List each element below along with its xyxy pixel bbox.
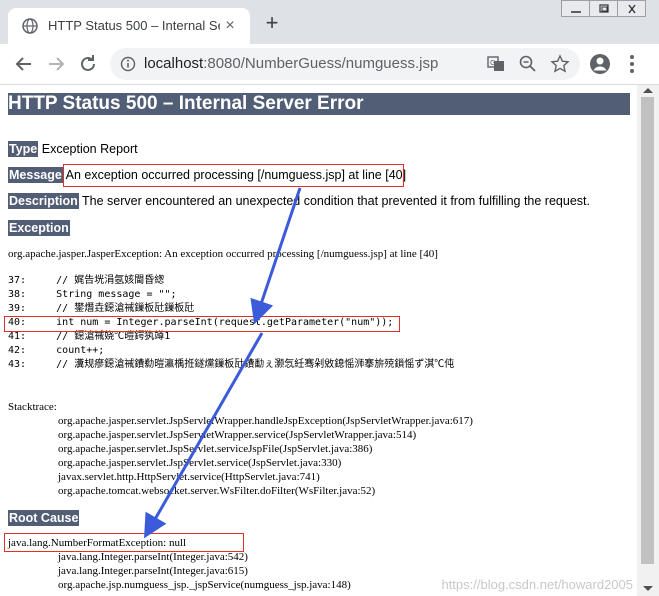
close-window-icon <box>628 4 636 14</box>
stack-frame: org.apache.tomcat.websocket.server.WsFil… <box>58 485 376 497</box>
bookmark-star-icon[interactable] <box>550 54 570 74</box>
code-line: 39: // 鐢熸垚鐚滄祴鏁板瓧鏁板瓧 <box>8 303 195 314</box>
description-row: Description The server encountered an un… <box>8 193 590 209</box>
minimize-icon <box>571 11 581 13</box>
tab-strip: HTTP Status 500 – Internal Ser × + <box>0 0 659 44</box>
description-label: Description <box>8 193 79 209</box>
forward-arrow-icon[interactable] <box>44 52 68 76</box>
watermark: https://blog.csdn.net/howard2005 <box>441 577 633 592</box>
root-cause-text: java.lang.NumberFormatException: null <box>8 537 187 549</box>
url-host: localhost <box>144 55 204 72</box>
vertical-scrollbar[interactable] <box>637 85 659 596</box>
close-window-button[interactable] <box>617 0 646 17</box>
page-title: HTTP Status 500 – Internal Server Error <box>8 93 630 115</box>
root-cause-frame: org.apache.jsp.numguess_jsp._jspService(… <box>58 579 351 591</box>
tab-title: HTTP Status 500 – Internal Ser <box>48 18 220 33</box>
code-line: 41: // 鐚滄祴娆℃暟鍔犱竴1 <box>8 331 171 342</box>
exception-label: Exception <box>8 220 70 236</box>
maximize-button[interactable] <box>589 0 618 17</box>
stack-frame: org.apache.jasper.servlet.JspServletWrap… <box>58 429 417 441</box>
browser-toolbar: localhost:8080/NumberGuess/numguess.jsp … <box>0 44 659 85</box>
url-path: :8080/NumberGuess/numguess.jsp <box>203 55 439 72</box>
close-tab-icon[interactable]: × <box>222 18 238 34</box>
type-value: Exception Report <box>41 142 138 156</box>
stack-frame: org.apache.jasper.servlet.JspServletWrap… <box>58 415 473 427</box>
profile-avatar-icon[interactable] <box>588 52 612 76</box>
stack-frame: org.apache.jasper.servlet.JspServlet.ser… <box>58 457 342 469</box>
scroll-down-arrow-icon[interactable] <box>643 586 653 591</box>
address-bar[interactable]: localhost:8080/NumberGuess/numguess.jsp … <box>110 48 580 80</box>
stack-frame: javax.servlet.http.HttpServlet.service(H… <box>58 471 320 483</box>
zoom-out-icon[interactable] <box>518 54 538 74</box>
message-label: Message <box>8 167 63 183</box>
browser-tab[interactable]: HTTP Status 500 – Internal Ser × <box>8 8 250 44</box>
translate-icon[interactable]: G <box>486 54 506 74</box>
maximize-icon <box>599 4 609 13</box>
root-cause-frame: java.lang.Integer.parseInt(Integer.java:… <box>58 565 248 577</box>
back-arrow-icon[interactable] <box>12 52 36 76</box>
svg-text:G: G <box>490 59 495 67</box>
url-text[interactable]: localhost:8080/NumberGuess/numguess.jsp <box>144 55 438 72</box>
info-icon[interactable] <box>120 56 136 72</box>
code-line: 37: // 娓告垙涓氬姟閫昏緫 <box>8 275 165 286</box>
root-cause-label: Root Cause <box>8 510 80 526</box>
minimize-button[interactable] <box>561 0 590 17</box>
stacktrace-label: Stacktrace: <box>8 401 57 413</box>
root-cause-frame: java.lang.Integer.parseInt(Integer.java:… <box>58 551 248 563</box>
message-value: An exception occurred processing [/numgu… <box>65 168 407 182</box>
type-label: Type <box>8 141 39 157</box>
menu-dots-icon[interactable] <box>620 52 644 76</box>
type-row: Type Exception Report <box>8 141 138 157</box>
code-line: 43: // 瀵规瘮鐚滄祴鐨勬暟瀛楀拰鐩爣鏁板瓧鐨勫ぇ灏忥紝骞剁敓鎴愮浉搴旂殑鎻… <box>8 359 455 370</box>
scroll-up-arrow-icon[interactable] <box>643 88 653 93</box>
message-row: Message An exception occurred processing… <box>8 167 407 183</box>
code-line: 38: String message = ""; <box>8 289 177 300</box>
code-line: 40: int num = Integer.parseInt(request.g… <box>8 317 394 328</box>
reload-icon[interactable] <box>76 52 100 76</box>
scrollbar-thumb[interactable] <box>641 97 654 564</box>
description-value: The server encountered an unexpected con… <box>82 194 590 208</box>
exception-text: org.apache.jasper.JasperException: An ex… <box>8 248 438 260</box>
globe-icon <box>22 18 38 34</box>
code-line: 42: count++; <box>8 345 105 356</box>
page-content: HTTP Status 500 – Internal Server Error … <box>0 85 637 596</box>
stack-frame: org.apache.jasper.servlet.JspServlet.ser… <box>58 443 373 455</box>
new-tab-button[interactable]: + <box>262 12 282 34</box>
